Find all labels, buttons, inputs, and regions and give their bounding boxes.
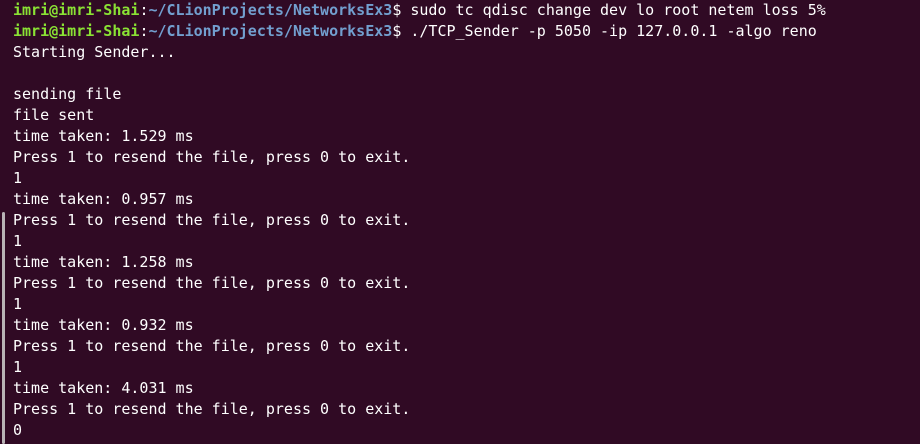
output-line: Press 1 to resend the file, press 0 to e… [13, 148, 411, 166]
output-line: Press 1 to resend the file, press 0 to e… [13, 211, 411, 229]
prompt-symbol: $ [392, 1, 402, 19]
output-line: Press 1 to resend the file, press 0 to e… [13, 337, 411, 355]
output-line: sending file [13, 85, 122, 103]
output-line: time taken: 0.957 ms [13, 190, 194, 208]
output-line: 1 [13, 169, 23, 187]
scroll-position-marker [2, 212, 5, 444]
prompt-path: ~/CLionProjects/NetworksEx3 [148, 22, 393, 40]
output-line: time taken: 1.258 ms [13, 253, 194, 271]
command-text: sudo tc qdisc change dev lo root netem l… [401, 1, 826, 19]
output-line: Press 1 to resend the file, press 0 to e… [13, 274, 411, 292]
output-line: 0 [13, 421, 23, 439]
output-line: time taken: 0.932 ms [13, 316, 194, 334]
output-line: 1 [13, 232, 23, 250]
output-line: time taken: 1.529 ms [13, 127, 194, 145]
prompt-user-host: imri@imri-Shai [13, 1, 140, 19]
prompt-line-2: imri@imri-Shai:~/CLionProjects/NetworksE… [13, 21, 920, 42]
prompt-symbol: $ [392, 22, 402, 40]
prompt-user-host: imri@imri-Shai [13, 22, 140, 40]
output-line: Starting Sender... [13, 43, 176, 61]
prompt-line-1: imri@imri-Shai:~/CLionProjects/NetworksE… [13, 0, 920, 21]
output-line: file sent [13, 106, 95, 124]
prompt-path: ~/CLionProjects/NetworksEx3 [148, 1, 393, 19]
command-text: ./TCP_Sender -p 5050 -ip 127.0.0.1 -algo… [401, 22, 817, 40]
output-line: 1 [13, 358, 23, 376]
output-line: time taken: 4.031 ms [13, 379, 194, 397]
output-line: 1 [13, 295, 23, 313]
terminal-window[interactable]: imri@imri-Shai:~/CLionProjects/NetworksE… [0, 0, 920, 444]
output-line: Press 1 to resend the file, press 0 to e… [13, 400, 411, 418]
